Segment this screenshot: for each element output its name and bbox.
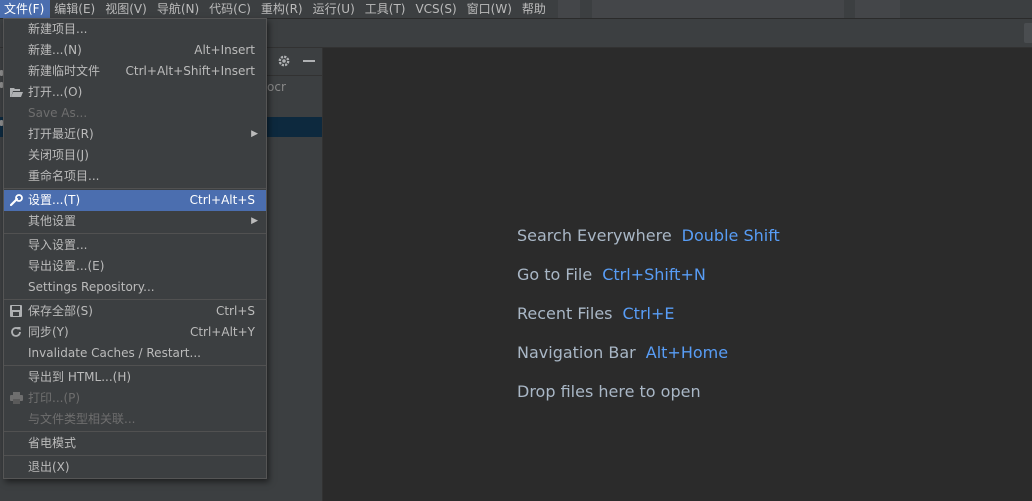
menu-item-settings[interactable]: 设置...(T) Ctrl+Alt+S [4,190,266,211]
blurred-region [855,0,900,18]
menu-code[interactable]: 代码(C) [205,0,257,18]
menu-view[interactable]: 视图(V) [101,0,153,18]
menu-edit[interactable]: 编辑(E) [50,0,101,18]
menu-separator [4,188,266,189]
menu-item-open-recent[interactable]: 打开最近(R) ▶ [4,124,266,145]
menu-tools[interactable]: 工具(T) [361,0,412,18]
submenu-arrow-icon: ▶ [251,129,258,139]
shortcut-key: Ctrl+E [622,304,675,323]
minimize-icon[interactable] [300,52,318,70]
menu-navigate[interactable]: 导航(N) [153,0,205,18]
menu-item-print[interactable]: 打印...(P) [4,388,266,409]
blurred-region [592,0,844,18]
wrench-icon [8,190,24,211]
menu-separator [4,299,266,300]
menu-separator [4,233,266,234]
menu-file[interactable]: 文件(F) [0,0,51,18]
menu-item-new-scratch-file[interactable]: 新建临时文件 Ctrl+Alt+Shift+Insert [4,61,266,82]
menu-item-synchronize[interactable]: 同步(Y) Ctrl+Alt+Y [4,322,266,343]
menu-item-open[interactable]: 打开...(O) [4,82,266,103]
editor-hints: Search Everywhere Double Shift Go to File… [517,226,780,421]
editor-empty-area[interactable]: Search Everywhere Double Shift Go to File… [323,48,1032,501]
main-menubar: 文件(F) 编辑(E) 视图(V) 导航(N) 代码(C) 重构(R) 运行(U… [0,0,1032,19]
menu-run[interactable]: 运行(U) [309,0,361,18]
folder-open-icon [8,82,24,103]
menu-item-other-settings[interactable]: 其他设置 ▶ [4,211,266,232]
sync-icon [8,322,24,343]
menu-item-export-html[interactable]: 导出到 HTML...(H) [4,367,266,388]
menu-item-new-project[interactable]: 新建项目... [4,19,266,40]
menu-item-export-settings[interactable]: 导出设置...(E) [4,256,266,277]
gear-icon[interactable] [275,52,293,70]
menu-item-invalidate-caches[interactable]: Invalidate Caches / Restart... [4,343,266,364]
menu-item-new[interactable]: 新建...(N) Alt+Insert [4,40,266,61]
hint-navigation-bar: Navigation Bar Alt+Home [517,343,729,362]
menu-help[interactable]: 帮助 [518,0,552,18]
menu-item-save-all[interactable]: 保存全部(S) Ctrl+S [4,301,266,322]
hint-go-to-file: Go to File Ctrl+Shift+N [517,265,706,284]
shortcut-key: Alt+Home [645,343,729,362]
hint-search-everywhere: Search Everywhere Double Shift [517,226,780,245]
menu-shortcut: Ctrl+Alt+Shift+Insert [125,64,255,78]
file-menu-dropdown: 新建项目... 新建...(N) Alt+Insert 新建临时文件 Ctrl+… [3,18,267,479]
hint-drop-files: Drop files here to open [517,382,701,401]
menu-item-rename-project[interactable]: 重命名项目... [4,166,266,187]
menu-item-close-project[interactable]: 关闭项目(J) [4,145,266,166]
menu-item-settings-repository[interactable]: Settings Repository... [4,277,266,298]
blurred-region [558,0,580,18]
menu-item-exit[interactable]: 退出(X) [4,457,266,478]
menu-shortcut: Alt+Insert [194,43,255,57]
menu-item-power-save-mode[interactable]: 省电模式 [4,433,266,454]
menu-refactor[interactable]: 重构(R) [257,0,309,18]
shortcut-key: Double Shift [681,226,780,245]
menu-window[interactable]: 窗口(W) [463,0,518,18]
menu-shortcut: Ctrl+Alt+S [189,193,255,207]
save-icon [8,301,24,322]
menu-item-save-as[interactable]: Save As... [4,103,266,124]
shortcut-key: Ctrl+Shift+N [602,265,706,284]
project-tree-item[interactable]: ocr [267,80,286,94]
menu-vcs[interactable]: VCS(S) [411,0,462,18]
print-icon [8,388,24,409]
menu-shortcut: Ctrl+Alt+Y [189,325,255,339]
menu-separator [4,455,266,456]
menu-item-associate-file-type[interactable]: 与文件类型相关联... [4,409,266,430]
menu-separator [4,431,266,432]
menu-separator [4,365,266,366]
submenu-arrow-icon: ▶ [251,216,258,226]
menu-shortcut: Ctrl+S [215,304,255,318]
hint-recent-files: Recent Files Ctrl+E [517,304,675,323]
toolbar-button[interactable] [1024,23,1032,43]
menu-item-import-settings[interactable]: 导入设置... [4,235,266,256]
